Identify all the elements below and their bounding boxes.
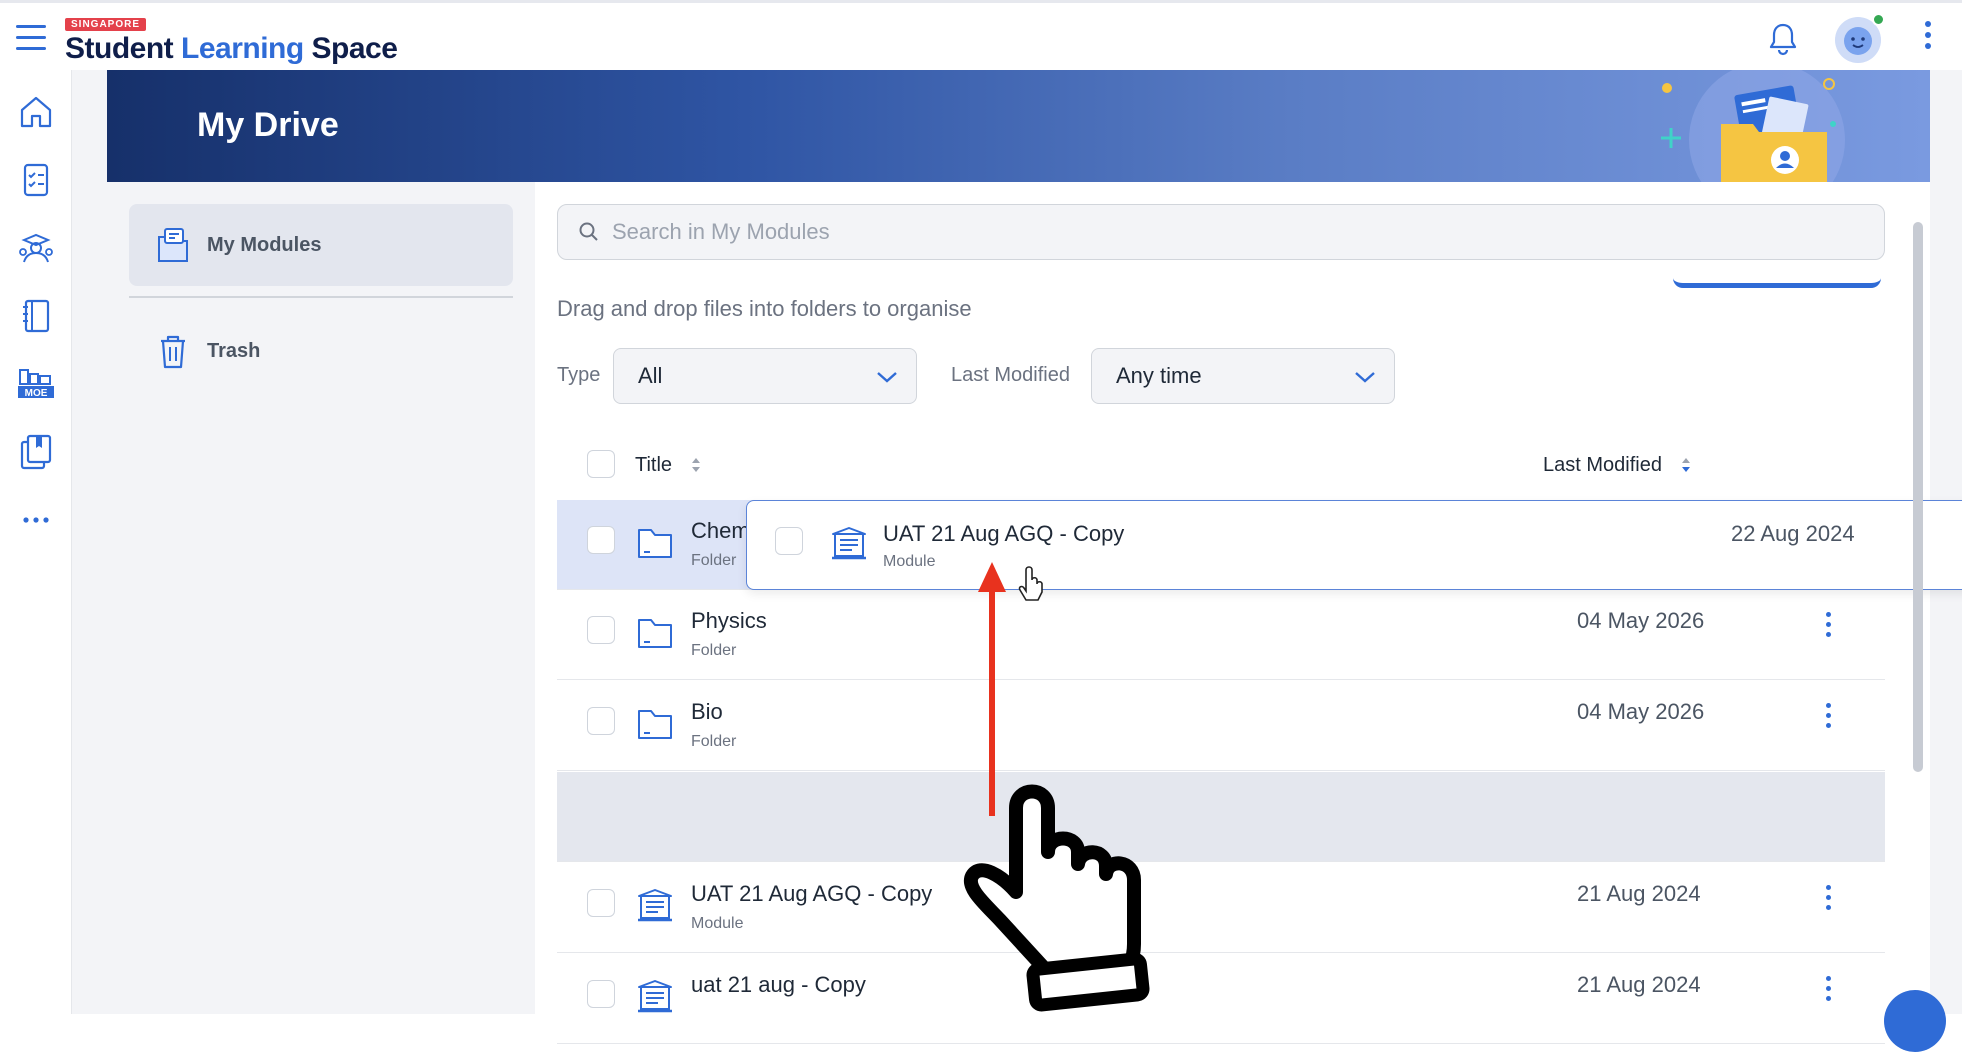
notebook-icon[interactable]: [14, 294, 58, 338]
row-checkbox[interactable]: [587, 526, 615, 554]
last-modified-column-label: Last Modified: [1543, 453, 1662, 476]
last-modified-column-header[interactable]: Last Modified: [1543, 440, 1692, 490]
last-modified-filter-value: Any time: [1116, 363, 1202, 388]
more-apps-icon[interactable]: [14, 498, 58, 542]
main-content: Drag and drop files into folders to orga…: [535, 182, 1930, 1044]
row-title: Physics: [691, 608, 767, 633]
home-icon[interactable]: [14, 90, 58, 134]
row-checkbox[interactable]: [587, 889, 615, 917]
title-column-label: Title: [635, 453, 673, 476]
row-subtitle: Folder: [691, 642, 737, 659]
folder-icon: [638, 619, 672, 648]
type-filter-value: All: [638, 363, 663, 388]
help-button[interactable]: [1884, 990, 1946, 1052]
trash-icon: [161, 335, 185, 369]
page-banner: My Drive: [107, 70, 1930, 182]
row-title: Bio: [691, 699, 723, 724]
logo-badge: SINGAPORE: [65, 18, 147, 31]
row-title: Chem: [691, 518, 747, 543]
row-checkbox[interactable]: [587, 707, 615, 735]
nav-my-modules[interactable]: My Modules: [129, 204, 513, 286]
assignments-icon[interactable]: [14, 158, 58, 202]
top-bar: SINGAPORE Student Learning Space: [0, 0, 1962, 70]
search-input[interactable]: [612, 219, 1812, 245]
row-title: UAT 21 Aug AGQ - Copy: [691, 881, 933, 906]
row-checkbox[interactable]: [587, 616, 615, 644]
my-modules-icon: [158, 228, 188, 262]
sort-desc-icon: [1681, 458, 1690, 472]
folder-illustration-icon: [1637, 70, 1887, 182]
table-row[interactable]: Bio Folder 04 May 2026: [557, 681, 1885, 771]
row-subtitle: Folder: [691, 733, 737, 750]
row-more-options-icon[interactable]: [1821, 885, 1835, 917]
page-title: My Drive: [197, 106, 339, 144]
row-more-options-icon[interactable]: [1821, 976, 1835, 1008]
row-date: 04 May 2026: [1577, 699, 1705, 724]
drag-drop-hint: Drag and drop files into folders to orga…: [557, 296, 972, 321]
last-modified-filter-label: Last Modified: [951, 364, 1070, 386]
dragged-item-date: 22 Aug 2024: [1731, 521, 1855, 546]
title-column-header[interactable]: Title: [635, 440, 702, 490]
nav-trash[interactable]: Trash: [129, 310, 513, 392]
row-date: 21 Aug 2024: [1577, 972, 1701, 997]
scrollbar[interactable]: [1913, 222, 1923, 772]
table-row[interactable]: uat 21 aug - Copy 21 Aug 2024: [557, 954, 1885, 1044]
hamburger-menu-icon[interactable]: [16, 25, 46, 51]
moe-library-icon[interactable]: MOE: [14, 362, 58, 406]
dragged-item-title: UAT 21 Aug AGQ - Copy: [883, 521, 1125, 546]
table-row[interactable]: Physics Folder 04 May 2026: [557, 590, 1885, 680]
notification-bell-icon[interactable]: [1765, 21, 1801, 57]
groups-icon[interactable]: [14, 226, 58, 270]
drop-placeholder-row: [557, 772, 1885, 862]
last-modified-filter-select[interactable]: Any time: [1091, 348, 1395, 404]
nav-divider: [129, 296, 513, 298]
new-button-edge[interactable]: [1673, 278, 1881, 288]
search-box[interactable]: [557, 204, 1885, 260]
module-icon: [638, 980, 672, 1013]
online-status-dot: [1872, 13, 1885, 26]
row-title: uat 21 aug - Copy: [691, 972, 866, 997]
dragged-item-subtitle: Module: [883, 553, 936, 570]
chevron-down-icon: [1355, 372, 1375, 383]
app-logo[interactable]: SINGAPORE Student Learning Space: [65, 14, 398, 66]
row-date: 21 Aug 2024: [1577, 881, 1701, 906]
nav-my-modules-label: My Modules: [207, 233, 322, 256]
row-checkbox[interactable]: [587, 980, 615, 1008]
row-date: 04 May 2026: [1577, 608, 1705, 633]
module-icon: [638, 889, 672, 922]
logo-text: Student Learning Space: [65, 32, 398, 65]
type-filter-select[interactable]: All: [613, 348, 917, 404]
drive-side-panel: My Modules Trash: [107, 182, 535, 1014]
row-more-options-icon[interactable]: [1821, 612, 1835, 644]
select-all-checkbox[interactable]: [587, 450, 615, 478]
svg-text:MOE: MOE: [25, 388, 48, 399]
more-options-icon[interactable]: [1921, 21, 1935, 57]
resources-icon[interactable]: [14, 430, 58, 474]
row-subtitle: Folder: [691, 552, 737, 569]
type-filter-label: Type: [557, 364, 601, 386]
folder-icon: [638, 529, 672, 558]
sort-icon: [692, 458, 701, 472]
row-subtitle: Module: [691, 915, 744, 932]
row-more-options-icon[interactable]: [1821, 703, 1835, 735]
dragged-item-checkbox[interactable]: [775, 527, 803, 555]
chevron-down-icon: [877, 372, 897, 383]
table-row[interactable]: UAT 21 Aug AGQ - Copy Module 21 Aug 2024: [557, 863, 1885, 953]
search-icon: [579, 222, 598, 241]
folder-icon: [638, 710, 672, 739]
left-rail: MOE: [0, 70, 72, 1014]
nav-trash-label: Trash: [207, 339, 261, 362]
dragged-module-card[interactable]: UAT 21 Aug AGQ - Copy Module 22 Aug 2024: [746, 500, 1962, 590]
module-icon: [832, 527, 866, 560]
